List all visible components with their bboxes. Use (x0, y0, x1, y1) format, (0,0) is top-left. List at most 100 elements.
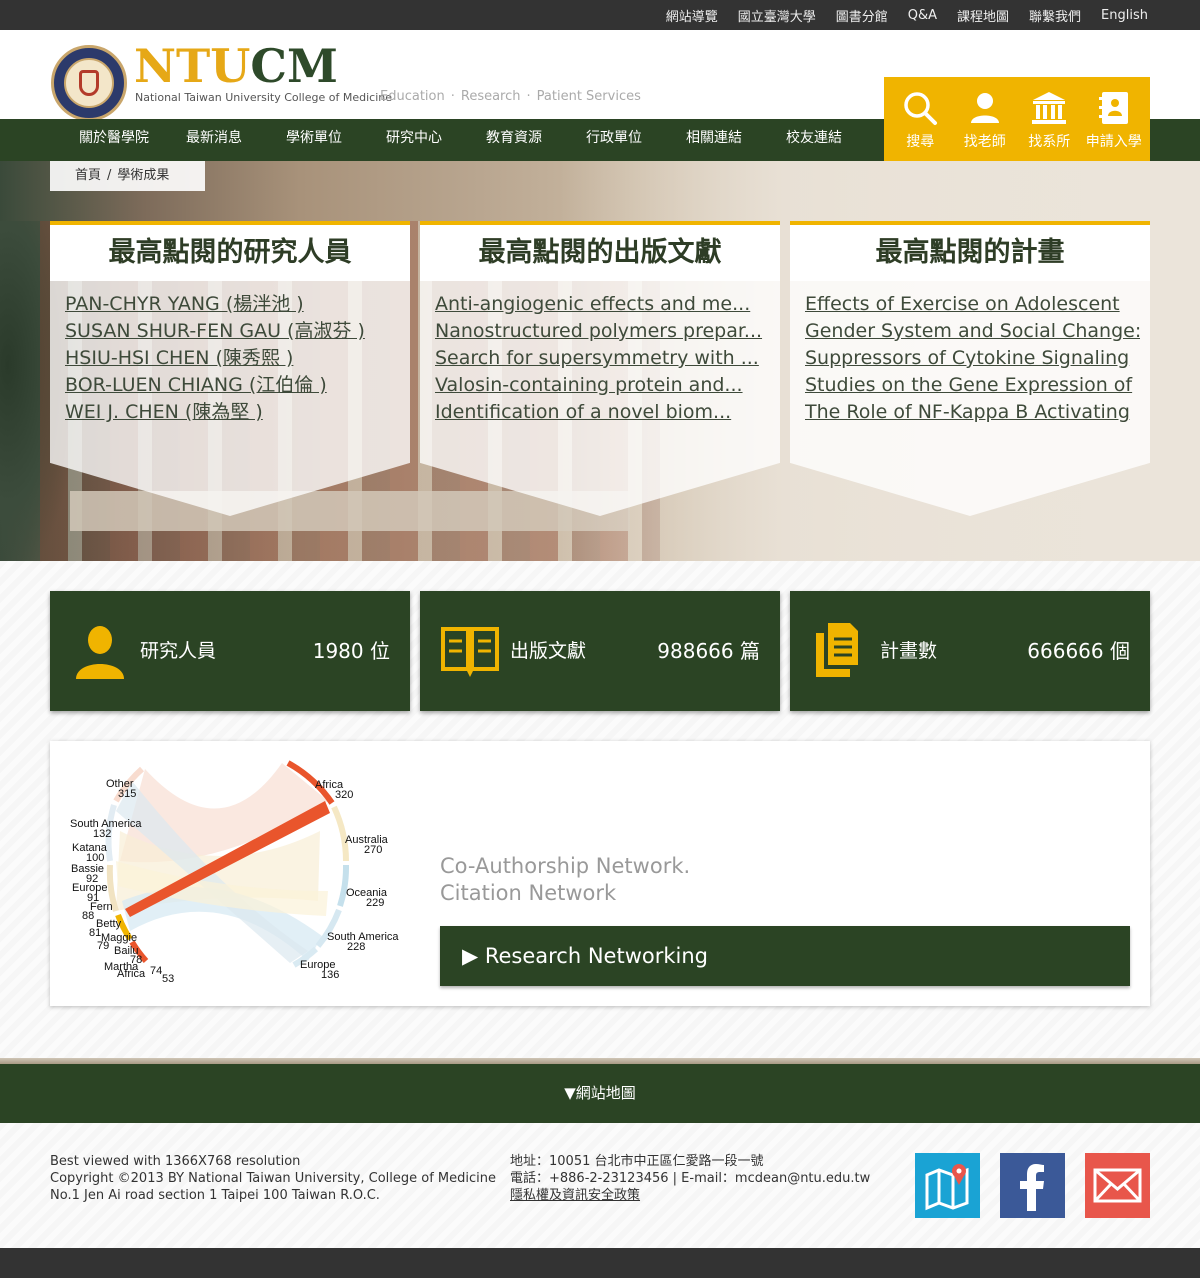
utility-link-ntu[interactable]: 國立臺灣大學 (738, 6, 816, 25)
stat-researchers[interactable]: 研究人員 1980 位 (50, 591, 410, 711)
project-link[interactable]: Studies on the Gene Expression of (805, 372, 1140, 399)
nav-item-about[interactable]: 關於醫學院 (64, 119, 164, 161)
chord-value: 136 (321, 969, 339, 981)
brand-logo-text[interactable]: NTUCM (134, 42, 338, 90)
email-button[interactable] (1085, 1153, 1150, 1218)
facebook-button[interactable] (1000, 1153, 1065, 1218)
privacy-policy-link[interactable]: 隱私權及資訊安全政策 (510, 1188, 640, 1203)
quick-links-panel: 搜尋 找老師 找系所 申請入學 (884, 77, 1150, 161)
chord-value: 229 (366, 897, 384, 909)
utility-link-qa[interactable]: Q&A (908, 8, 937, 23)
map-button[interactable] (915, 1153, 980, 1218)
coauthorship-network-text: Co-Authorship Network. (440, 854, 691, 878)
documents-icon (816, 623, 858, 677)
brand-part-cm: CM (250, 39, 338, 93)
breadcrumb-home[interactable]: 首頁 (75, 168, 101, 183)
tagline: Education · Research · Patient Services (380, 89, 641, 104)
map-icon (925, 1164, 969, 1211)
seal-mark (79, 70, 99, 96)
card-list: Anti-angiogenic effects and me... Nanost… (435, 291, 770, 426)
publication-link[interactable]: Nanostructured polymers prepar... (435, 318, 770, 345)
nav-item-administration[interactable]: 行政單位 (564, 119, 664, 161)
stat-label: 出版文獻 (510, 640, 587, 662)
tagline-dot: · (450, 89, 455, 104)
hero-banner: 首頁 / 學術成果 最高點閱的研究人員 PAN-CHYR YANG (楊泮池 ) S… (0, 161, 1200, 561)
mail-icon (1093, 1168, 1142, 1203)
citation-network-text: Citation Network (440, 881, 617, 905)
publication-link[interactable]: Identification of a novel biom... (435, 399, 770, 426)
quick-link-search[interactable]: 搜尋 (889, 89, 951, 151)
publication-link[interactable]: Valosin-containing protein and... (435, 372, 770, 399)
utility-link-english[interactable]: English (1101, 8, 1148, 23)
nav-item-academic-units[interactable]: 學術單位 (264, 119, 364, 161)
publication-link[interactable]: Search for supersymmetry with ... (435, 345, 770, 372)
chord-value: 228 (347, 941, 365, 953)
utility-link-contact[interactable]: 聯繫我們 (1029, 6, 1081, 25)
brand-subtitle: National Taiwan University College of Me… (135, 91, 392, 104)
person-icon (76, 626, 124, 679)
researcher-link[interactable]: WEI J. CHEN (陳為堅 ) (65, 399, 400, 426)
chord-value: 132 (93, 828, 111, 840)
quick-link-find-department[interactable]: 找系所 (1018, 89, 1080, 151)
college-seal-logo[interactable] (51, 45, 127, 121)
nav-item-news[interactable]: 最新消息 (164, 119, 264, 161)
utility-link-course-map[interactable]: 課程地圖 (957, 6, 1009, 25)
top-researchers-card: 最高點閱的研究人員 PAN-CHYR YANG (楊泮池 ) SUSAN SHU… (50, 221, 410, 516)
chord-value: 74 (150, 965, 162, 977)
project-link[interactable]: The Role of NF-Kappa B Activating (805, 399, 1140, 426)
stat-value: 988666 篇 (657, 639, 760, 663)
tagline-dot: · (526, 89, 531, 104)
tagline-education: Education (380, 89, 445, 104)
facebook-icon (1020, 1164, 1044, 1211)
footer-contact: 地址：10051 台北市中正區仁愛路一段一號 電話：+886-2-2312345… (510, 1153, 870, 1204)
stat-value: 1980 位 (312, 639, 390, 663)
researcher-link[interactable]: HSIU-HSI CHEN (陳秀熙 ) (65, 345, 400, 372)
researcher-link[interactable]: SUSAN SHUR-FEN GAU (高淑芬 ) (65, 318, 400, 345)
quick-link-label: 申請入學 (1085, 134, 1142, 150)
project-link[interactable]: Effects of Exercise on Adolescent (805, 291, 1140, 318)
address-chinese: 地址：10051 台北市中正區仁愛路一段一號 (510, 1154, 764, 1169)
chord-value: 270 (364, 844, 382, 856)
tagline-patient-services: Patient Services (536, 89, 641, 104)
card-title: 最高點閱的計畫 (790, 225, 1150, 281)
card-list: PAN-CHYR YANG (楊泮池 ) SUSAN SHUR-FEN GAU … (65, 291, 400, 426)
resolution-note: Best viewed with 1366X768 resolution (50, 1154, 301, 1169)
stat-projects[interactable]: 計畫數 666666 個 (790, 591, 1150, 711)
researcher-link[interactable]: PAN-CHYR YANG (楊泮池 ) (65, 291, 400, 318)
utility-links: 網站導覽 國立臺灣大學 圖書分館 Q&A 課程地圖 聯繫我們 English (646, 0, 1148, 30)
card-title: 最高點閱的研究人員 (50, 225, 410, 281)
publication-link[interactable]: Anti-angiogenic effects and me... (435, 291, 770, 318)
chord-value: 315 (118, 788, 136, 800)
top-projects-card: 最高點閱的計畫 Effects of Exercise on Adolescen… (790, 221, 1150, 516)
nav-item-related-links[interactable]: 相關連結 (664, 119, 764, 161)
chord-diagram[interactable]: Africa 320 Australia 270 Oceania 229 Sou… (50, 741, 430, 1006)
contact-info: 電話：+886-2-23123456 | E-mail：mcdean@ntu.e… (510, 1171, 871, 1186)
seal-emblem (64, 58, 114, 108)
utility-link-library[interactable]: 圖書分館 (836, 6, 888, 25)
chord-value: 88 (82, 910, 94, 922)
main-nav-items: 關於醫學院 最新消息 學術單位 研究中心 教育資源 行政單位 相關連結 校友連結 (64, 119, 864, 161)
institution-icon (1032, 92, 1067, 124)
copyright-text: Copyright ©2013 BY National Taiwan Unive… (50, 1171, 497, 1186)
project-link[interactable]: Suppressors of Cytokine Signaling (805, 345, 1140, 372)
stat-label: 研究人員 (140, 640, 217, 662)
project-link[interactable]: Gender System and Social Change: (805, 318, 1140, 345)
chord-value: 81 (89, 927, 101, 939)
nav-item-research-centers[interactable]: 研究中心 (364, 119, 464, 161)
sitemap-toggle[interactable]: ▼網站地圖 (0, 1064, 1200, 1123)
nav-item-alumni[interactable]: 校友連結 (764, 119, 864, 161)
quick-link-label: 找老師 (963, 134, 1006, 150)
researcher-link[interactable]: BOR-LUEN CHIANG (江伯倫 ) (65, 372, 400, 399)
chord-label: Africa (117, 968, 146, 980)
address-book-icon (1098, 92, 1128, 124)
nav-item-education-resources[interactable]: 教育資源 (464, 119, 564, 161)
quick-link-find-teacher[interactable]: 找老師 (954, 89, 1016, 151)
top-publications-card: 最高點閱的出版文獻 Anti-angiogenic effects and me… (420, 221, 780, 516)
address-english: No.1 Jen Ai road section 1 Taipei 100 Ta… (50, 1188, 380, 1203)
research-networking-button[interactable]: ▶ Research Networking (440, 926, 1130, 986)
chord-value: 53 (162, 973, 174, 985)
user-icon (970, 93, 999, 123)
stat-publications[interactable]: 出版文獻 988666 篇 (420, 591, 780, 711)
utility-link-sitemap[interactable]: 網站導覽 (666, 6, 718, 25)
quick-link-admission[interactable]: 申請入學 (1083, 89, 1145, 151)
